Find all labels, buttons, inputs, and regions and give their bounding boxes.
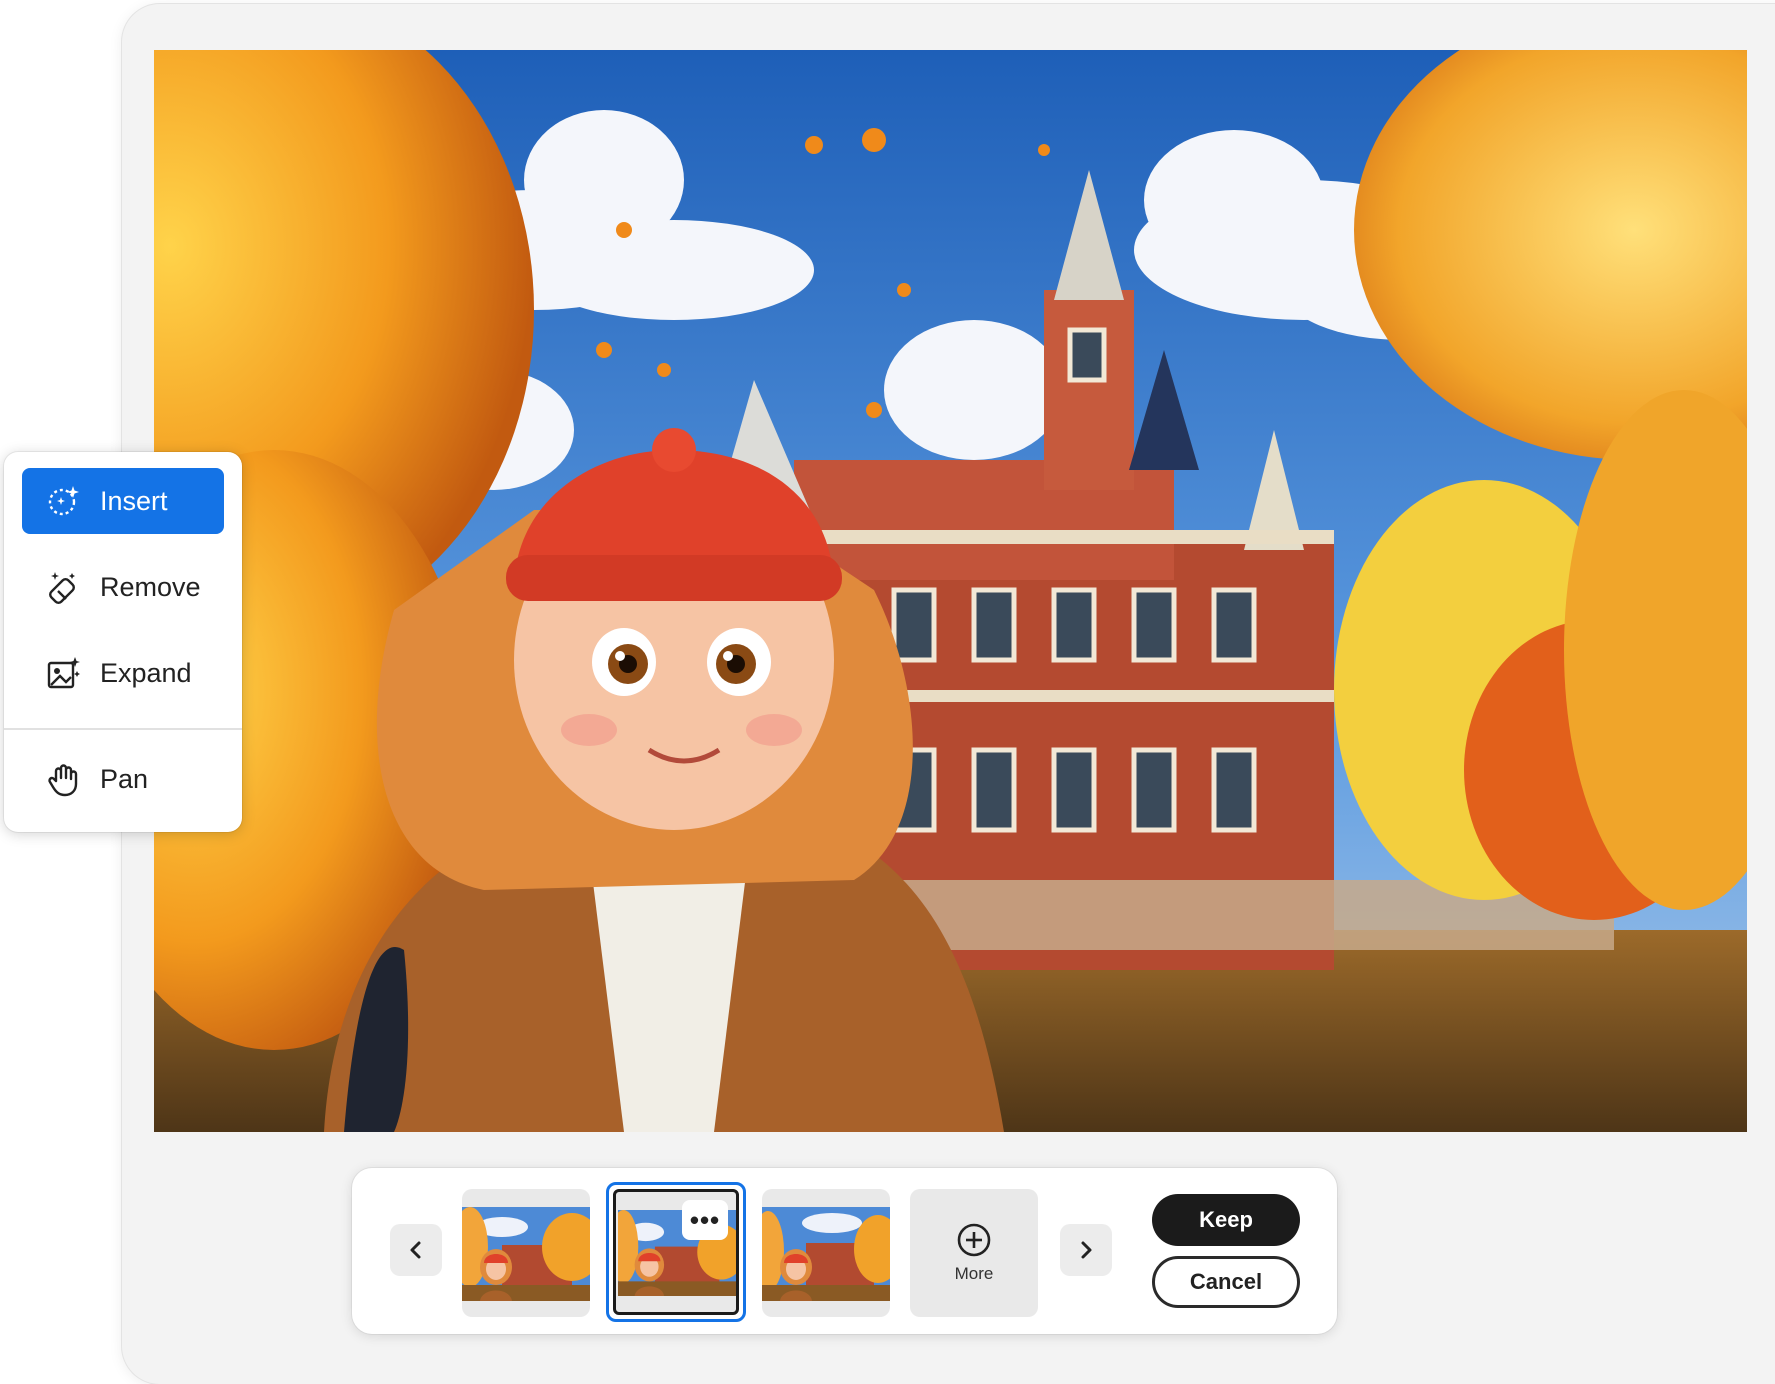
keep-button[interactable]: Keep xyxy=(1152,1194,1300,1246)
generated-image xyxy=(154,50,1747,1132)
variation-thumbnail-2[interactable]: ••• xyxy=(606,1182,746,1322)
more-label: More xyxy=(954,1264,994,1283)
insert-tool-label: Insert xyxy=(100,485,168,516)
chevron-right-icon xyxy=(1081,1241,1092,1259)
expand-image-icon xyxy=(44,653,84,693)
hand-icon xyxy=(44,759,84,799)
next-button[interactable] xyxy=(1060,1224,1112,1276)
previous-button[interactable] xyxy=(390,1224,442,1276)
plus-circle-icon xyxy=(957,1223,991,1257)
insert-tool-button[interactable]: Insert xyxy=(22,468,224,534)
pan-tool-button[interactable]: Pan xyxy=(22,746,224,812)
pan-tool-label: Pan xyxy=(100,763,149,794)
chevron-left-icon xyxy=(410,1241,421,1259)
cancel-button[interactable]: Cancel xyxy=(1152,1256,1300,1308)
thumbnail-image xyxy=(762,1207,890,1301)
remove-tool-label: Remove xyxy=(100,571,201,602)
image-canvas[interactable] xyxy=(154,50,1747,1132)
tool-menu: Insert Remove Expand Pan xyxy=(4,452,242,832)
variations-bar: ••• More Keep Cancel xyxy=(352,1168,1337,1334)
remove-eraser-icon xyxy=(44,567,84,607)
variation-thumbnail-3[interactable] xyxy=(762,1189,890,1317)
expand-tool-button[interactable]: Expand xyxy=(22,640,224,706)
tool-divider xyxy=(4,728,242,730)
variation-thumbnail-1[interactable] xyxy=(462,1189,590,1317)
remove-tool-button[interactable]: Remove xyxy=(22,554,224,620)
more-variations-button[interactable]: More xyxy=(910,1189,1038,1317)
insert-sparkle-icon xyxy=(44,481,84,521)
thumbnail-image xyxy=(462,1207,590,1301)
more-options-icon[interactable]: ••• xyxy=(682,1200,728,1240)
expand-tool-label: Expand xyxy=(100,657,192,688)
